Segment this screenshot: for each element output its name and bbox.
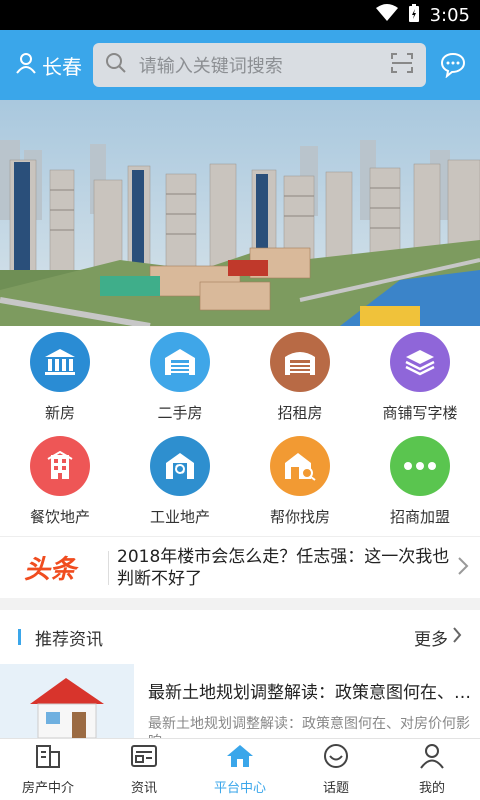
tab-label: 房产中介 [21,781,74,796]
recommend-header: 推荐资讯 更多 [0,610,480,664]
tab-label: 话题 [322,781,349,796]
news-icon [130,743,158,777]
headline-tag: 头条 [24,555,77,585]
house-search-icon [270,436,330,496]
tab-label: 平台中心 [213,781,266,796]
category-label: 帮你找房 [269,508,330,526]
tab-news[interactable]: 资讯 [96,739,192,800]
category-rental[interactable]: 招租房 [240,332,360,423]
more-icon [390,436,450,496]
tab-label: 资讯 [130,781,157,796]
message-icon[interactable] [440,52,466,79]
category-label: 新房 [44,404,75,422]
smile-icon [322,743,350,777]
home-icon [225,743,255,777]
garage-icon [150,332,210,392]
chevron-right-icon [456,556,470,580]
section-accent-bar [18,629,21,645]
category-industrial[interactable]: 工业地产 [120,436,240,527]
bank-icon [30,332,90,392]
category-label: 二手房 [157,404,203,422]
category-label: 招租房 [277,404,323,422]
status-bar: 3:05 [0,0,480,30]
city-name: 长春 [42,54,82,79]
news-description: 最新土地规划调整解读：政策意图何在、对房价何影响 [148,716,470,738]
category-second-hand[interactable]: 二手房 [120,332,240,423]
category-grid: 新房 二手房 招租房 商铺写字楼 餐饮地产 工业地产 帮你找房 招商加盟 [0,326,480,536]
category-shops-offices[interactable]: 商铺写字楼 [360,332,480,423]
wifi-icon [375,3,398,27]
category-find-house[interactable]: 帮你找房 [240,436,360,527]
bottom-tab-bar: 房产中介 资讯 平台中心 话题 我的 [0,738,480,800]
category-label: 招商加盟 [389,508,450,526]
tab-topics[interactable]: 话题 [288,739,384,800]
news-body: 最新土地规划调整解读：政策意图何在、对房价何影响 最新土地规划调整解读：政策意图… [134,664,474,738]
building-icon [34,743,62,777]
recommend-section: 推荐资讯 更多 最新土地规划调整解读：政策意图何在、对房价何影响 最新土地规划调… [0,610,480,738]
category-franchise[interactable]: 招商加盟 [360,436,480,527]
search-input[interactable]: 请输入关键词搜索 [92,43,426,87]
city-selector[interactable]: 长春 [14,51,93,80]
tab-profile[interactable]: 我的 [384,739,480,800]
news-item[interactable]: 最新土地规划调整解读：政策意图何在、对房价何影响 最新土地规划调整解读：政策意图… [0,664,480,738]
category-label: 商铺写字楼 [382,404,458,422]
tab-agency[interactable]: 房产中介 [0,739,96,800]
store-icon [270,332,330,392]
search-placeholder: 请输入关键词搜索 [138,56,283,77]
search-icon [105,52,127,78]
user-icon [418,743,446,777]
category-label: 工业地产 [149,508,210,526]
headline-text: 2018年楼市会怎么走？任志强：这一次我也判断不好了 [117,546,450,589]
chevron-right-icon[interactable] [452,626,462,648]
header: 长春 请输入关键词搜索 [0,30,480,100]
factory-icon [150,436,210,496]
news-title: 最新土地规划调整解读：政策意图何在、对房价何影响 [148,683,474,703]
headline-banner[interactable]: 头条 2018年楼市会怎么走？任志强：这一次我也判断不好了 [0,536,480,598]
battery-icon [408,3,420,28]
clock: 3:05 [429,4,470,26]
category-label: 餐饮地产 [29,508,90,526]
banner-image[interactable] [0,100,480,326]
category-catering[interactable]: 餐饮地产 [0,436,120,527]
tab-platform-center[interactable]: 平台中心 [192,739,288,800]
news-thumbnail [0,664,134,738]
scan-icon[interactable] [390,52,414,78]
section-title: 推荐资讯 [35,629,103,650]
tab-label: 我的 [418,781,445,796]
building-icon [30,436,90,496]
user-location-icon [14,51,38,80]
layers-icon [390,332,450,392]
category-new-house[interactable]: 新房 [0,332,120,423]
more-link[interactable]: 更多 [414,625,448,650]
divider [108,550,109,585]
